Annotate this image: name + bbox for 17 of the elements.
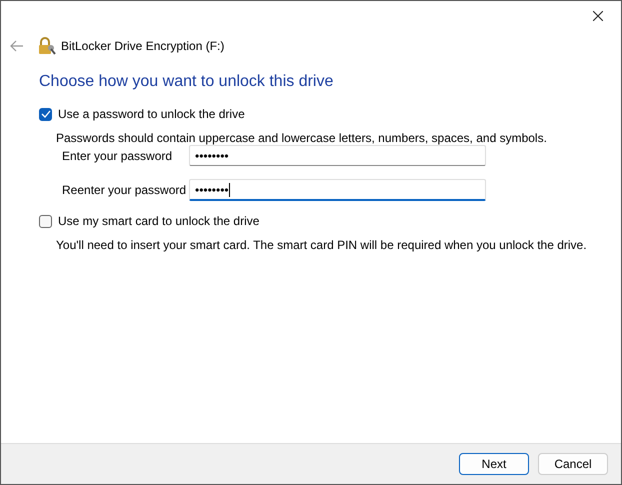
close-icon (593, 11, 603, 21)
password-field[interactable]: •••••••• (189, 179, 486, 201)
dialog-button[interactable]: Cancel (538, 453, 608, 475)
option-description: Passwords should contain uppercase and lowercase letters, numbers, spaces, and symbols. (56, 131, 548, 145)
option-description: You'll need to insert your smart card. The smart card PIN will be required when you unlock the drive. (56, 238, 588, 252)
back-arrow-icon[interactable] (10, 40, 24, 52)
window-title: BitLocker Drive Encryption (F:) (61, 39, 224, 53)
checkbox-label[interactable]: Use my smart card to unlock the drive (58, 214, 260, 228)
field-label: Reenter your password (62, 183, 188, 197)
password-field[interactable]: •••••••• (189, 145, 486, 166)
checkbox[interactable] (39, 108, 52, 120)
padlock-key-icon (38, 37, 56, 55)
field-label: Enter your password (62, 148, 174, 162)
dialog-button[interactable]: Next (459, 453, 529, 475)
checkbox[interactable] (39, 214, 52, 228)
page-heading: Choose how you want to unlock this drive (39, 73, 334, 91)
checkbox-label[interactable]: Use a password to unlock the drive (58, 107, 245, 121)
